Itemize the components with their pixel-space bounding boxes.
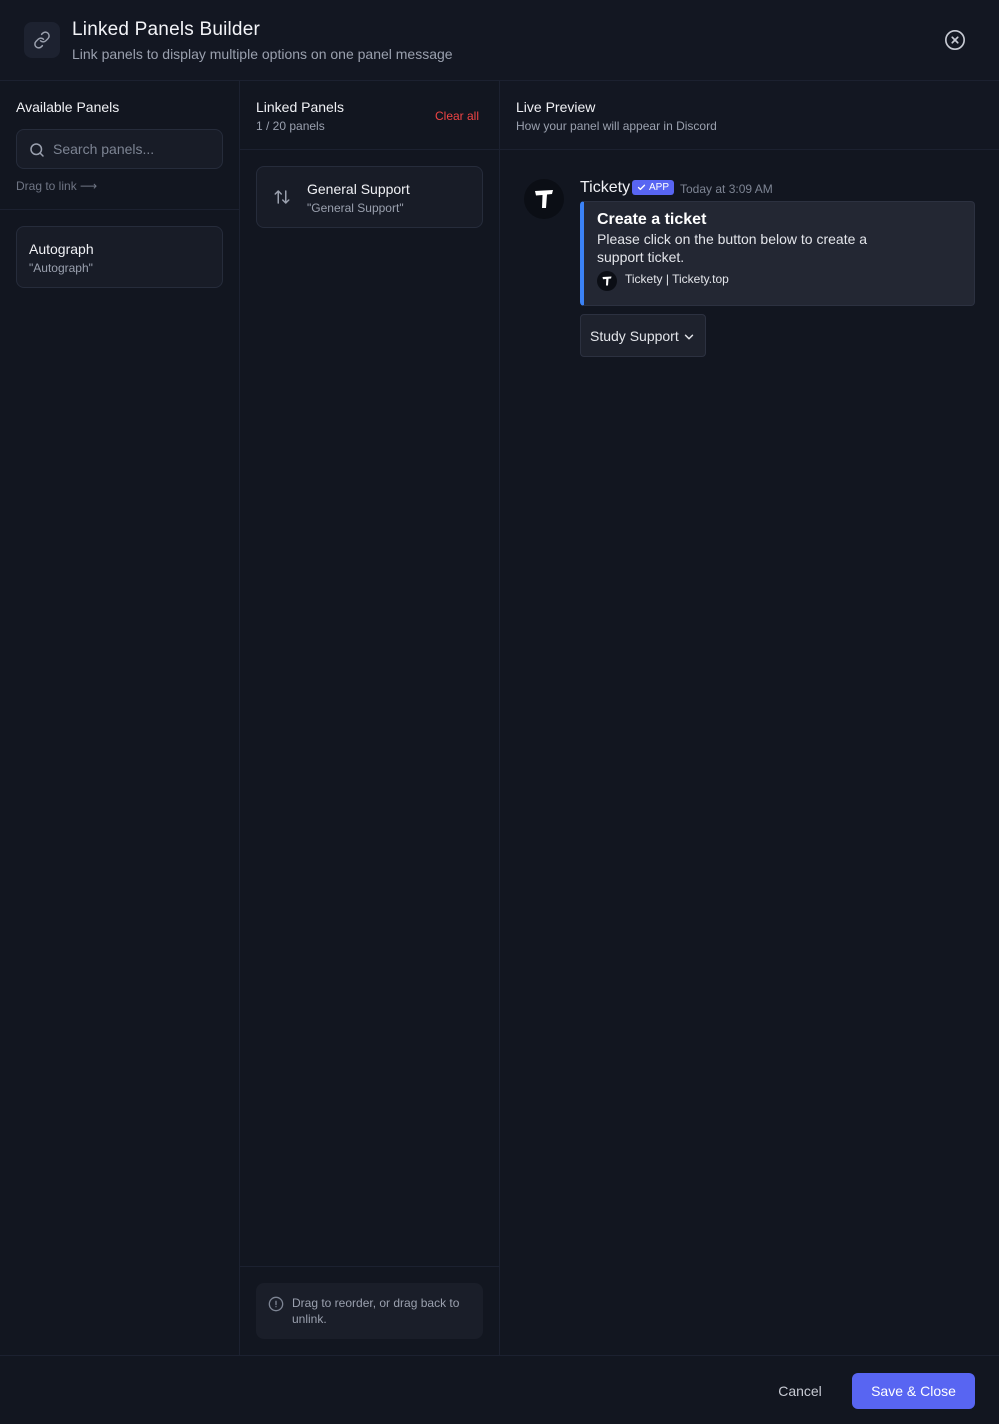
close-button[interactable] <box>943 28 967 52</box>
linked-panels-column: Linked Panels 1 / 20 panels Clear all Ge… <box>240 81 500 1355</box>
panel-label: "General Support" <box>307 201 404 215</box>
tickety-logo-icon <box>597 271 617 291</box>
chevron-down-icon <box>684 334 694 340</box>
reorder-icon <box>274 190 290 204</box>
available-panels-column: Available Panels Drag to link ⟶ Autograp… <box>0 81 240 1355</box>
panel-name: Autograph <box>29 241 94 257</box>
message-timestamp: Today at 3:09 AM <box>680 182 773 196</box>
bot-avatar <box>524 179 564 219</box>
embed-description: Please click on the button below to crea… <box>597 231 868 265</box>
drag-to-link-hint: Drag to link ⟶ <box>16 179 98 193</box>
panel-label: "Autograph" <box>29 261 93 275</box>
reorder-hint-text: Drag to reorder, or drag back to unlink. <box>292 1296 460 1326</box>
cancel-button[interactable]: Cancel <box>760 1373 840 1409</box>
info-icon <box>268 1296 284 1312</box>
bot-name: Tickety <box>580 179 631 196</box>
close-icon <box>945 30 965 50</box>
search-input[interactable] <box>53 130 218 168</box>
divider <box>240 1266 499 1267</box>
live-preview-title: Live Preview <box>516 99 596 115</box>
modal-header: Linked Panels Builder Link panels to dis… <box>0 0 999 81</box>
clear-all-button[interactable]: Clear all <box>435 109 479 123</box>
panel-name: General Support <box>307 181 410 197</box>
divider <box>0 209 239 210</box>
live-preview-column: Live Preview How your panel will appear … <box>500 81 999 1355</box>
search-icon <box>30 143 44 157</box>
reorder-hint-box: Drag to reorder, or drag back to unlink. <box>256 1283 483 1339</box>
select-label: Study Support <box>590 328 679 344</box>
available-panels-title: Available Panels <box>16 99 120 115</box>
available-panel-card[interactable]: Autograph "Autograph" <box>16 226 223 288</box>
tickety-logo-icon <box>535 190 553 208</box>
live-preview-header: Live Preview How your panel will appear … <box>500 81 999 150</box>
embed-card: Create a ticket Please click on the butt… <box>580 201 975 306</box>
linked-panels-header: Linked Panels 1 / 20 panels Clear all <box>240 81 499 150</box>
app-badge-label: APP <box>649 182 670 193</box>
linked-panels-title: Linked Panels <box>256 99 344 115</box>
embed-footer: Tickety | Tickety.top <box>625 272 729 286</box>
save-close-button[interactable]: Save & Close <box>852 1373 975 1409</box>
live-preview-subtitle: How your panel will appear in Discord <box>516 119 717 133</box>
modal-subtitle: Link panels to display multiple options … <box>72 46 453 62</box>
modal-footer: Cancel Save & Close <box>0 1355 999 1424</box>
linked-panel-card[interactable]: General Support "General Support" <box>256 166 483 228</box>
modal-title: Linked Panels Builder <box>72 19 260 40</box>
linked-panels-count: 1 / 20 panels <box>256 119 325 133</box>
embed-title: Create a ticket <box>597 211 707 228</box>
link-icon <box>24 22 60 58</box>
app-badge: APP <box>632 180 675 195</box>
check-icon <box>637 184 646 191</box>
panel-select-dropdown[interactable]: Study Support <box>580 314 706 357</box>
search-box[interactable] <box>16 129 223 169</box>
